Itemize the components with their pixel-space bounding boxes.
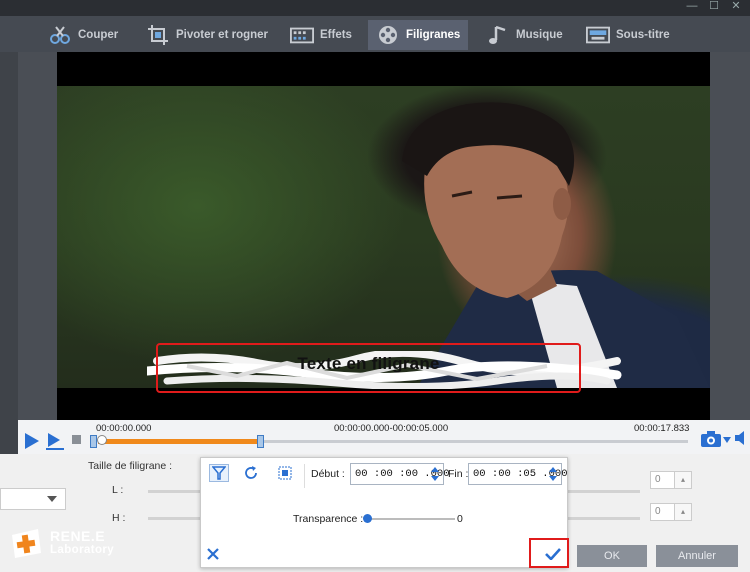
watermark-size-label: Taille de filigrane :	[88, 460, 173, 472]
tab-music[interactable]: Musique	[478, 20, 571, 50]
toolbar-divider	[304, 464, 305, 488]
editor-tabs: Couper Pivoter et rogner Effets Filigran…	[0, 16, 750, 52]
playhead[interactable]	[97, 435, 107, 445]
logo-medkit-icon	[8, 525, 44, 561]
volume-icon[interactable]	[734, 430, 748, 449]
selection-end-handle[interactable]	[257, 435, 264, 448]
start-time-spinner-icon[interactable]	[430, 463, 440, 485]
tab-label: Sous-titre	[616, 29, 670, 41]
play-icon[interactable]	[24, 432, 40, 453]
tab-subtitles[interactable]: Sous-titre	[578, 20, 678, 50]
play-selection-icon[interactable]	[46, 432, 66, 453]
selection-start-handle[interactable]	[90, 435, 97, 448]
dropdown-arrow-icon[interactable]	[723, 434, 731, 446]
video-preview[interactable]: Texte en filigrane	[57, 52, 710, 420]
position-dropdown[interactable]	[0, 488, 66, 510]
grid-select-icon[interactable]	[275, 464, 295, 482]
transparency-value: 0	[457, 513, 463, 525]
watermark-text[interactable]: Texte en filigrane	[157, 354, 580, 374]
logo-title: RENE.E	[50, 528, 106, 544]
transparency-slider[interactable]	[367, 518, 455, 520]
height-slider[interactable]	[148, 517, 203, 520]
tab-label: Filigranes	[406, 29, 461, 41]
height-slider-right[interactable]	[568, 517, 640, 520]
watermark-filter-icon[interactable]	[209, 464, 229, 482]
timeline-bar: 00:00:00.000 00:00:00.000-00:00:05.000 0…	[18, 420, 750, 454]
maximize-button[interactable]: ☐	[704, 0, 724, 14]
refresh-icon[interactable]	[241, 464, 261, 482]
watermark-timing-popup: Début : 00 :00 :00 .000 Fin : 00 :00 :05…	[200, 457, 569, 568]
start-time-label: Début :	[311, 468, 345, 480]
timeline-start-time: 00:00:00.000	[96, 423, 152, 434]
width-slider-right[interactable]	[568, 490, 640, 493]
end-time-spinner-icon[interactable]	[548, 463, 558, 485]
width-slider[interactable]	[148, 490, 203, 493]
logo-subtitle: Laboratory	[50, 544, 115, 556]
stop-icon[interactable]	[72, 435, 81, 444]
title-bar: — ☐ ✕	[0, 0, 750, 16]
snapshot-camera-icon[interactable]	[700, 430, 722, 451]
close-button[interactable]: ✕	[726, 0, 746, 14]
height-spin-button[interactable]: ▴	[674, 503, 692, 521]
checkmark-icon[interactable]	[545, 548, 561, 563]
transparency-label: Transparence :	[293, 513, 364, 525]
tab-label: Musique	[516, 29, 563, 41]
timeline-end-time: 00:00:17.833	[634, 423, 690, 434]
tab-label: Couper	[78, 29, 119, 41]
scissors-icon	[48, 24, 72, 46]
close-x-icon[interactable]	[207, 548, 219, 563]
ok-button[interactable]: OK	[577, 545, 647, 567]
minimize-button[interactable]: —	[682, 0, 702, 14]
chevron-down-icon	[47, 496, 57, 502]
crop-icon	[146, 24, 170, 46]
tab-effects[interactable]: Effets	[282, 20, 360, 50]
tab-rotate-crop[interactable]: Pivoter et rogner	[138, 20, 276, 50]
width-label: L :	[112, 484, 124, 496]
timeline-selection-fill	[98, 439, 263, 444]
music-note-icon	[486, 24, 510, 46]
transparency-slider-handle[interactable]	[363, 514, 372, 523]
tab-label: Pivoter et rogner	[176, 29, 269, 41]
tab-couper[interactable]: Couper	[40, 20, 126, 50]
subtitle-icon	[586, 24, 610, 46]
cancel-button[interactable]: Annuler	[656, 545, 738, 567]
film-effects-icon	[290, 24, 314, 46]
timeline-selection-range: 00:00:00.000-00:00:05.000	[334, 423, 449, 434]
tab-watermarks[interactable]: Filigranes	[368, 20, 469, 50]
rene-laboratory-logo: RENE.E Laboratory	[8, 523, 114, 563]
film-reel-icon	[376, 24, 400, 46]
width-spin-button[interactable]: ▴	[674, 471, 692, 489]
end-time-label: Fin :	[448, 468, 469, 480]
tab-label: Effets	[320, 29, 352, 41]
